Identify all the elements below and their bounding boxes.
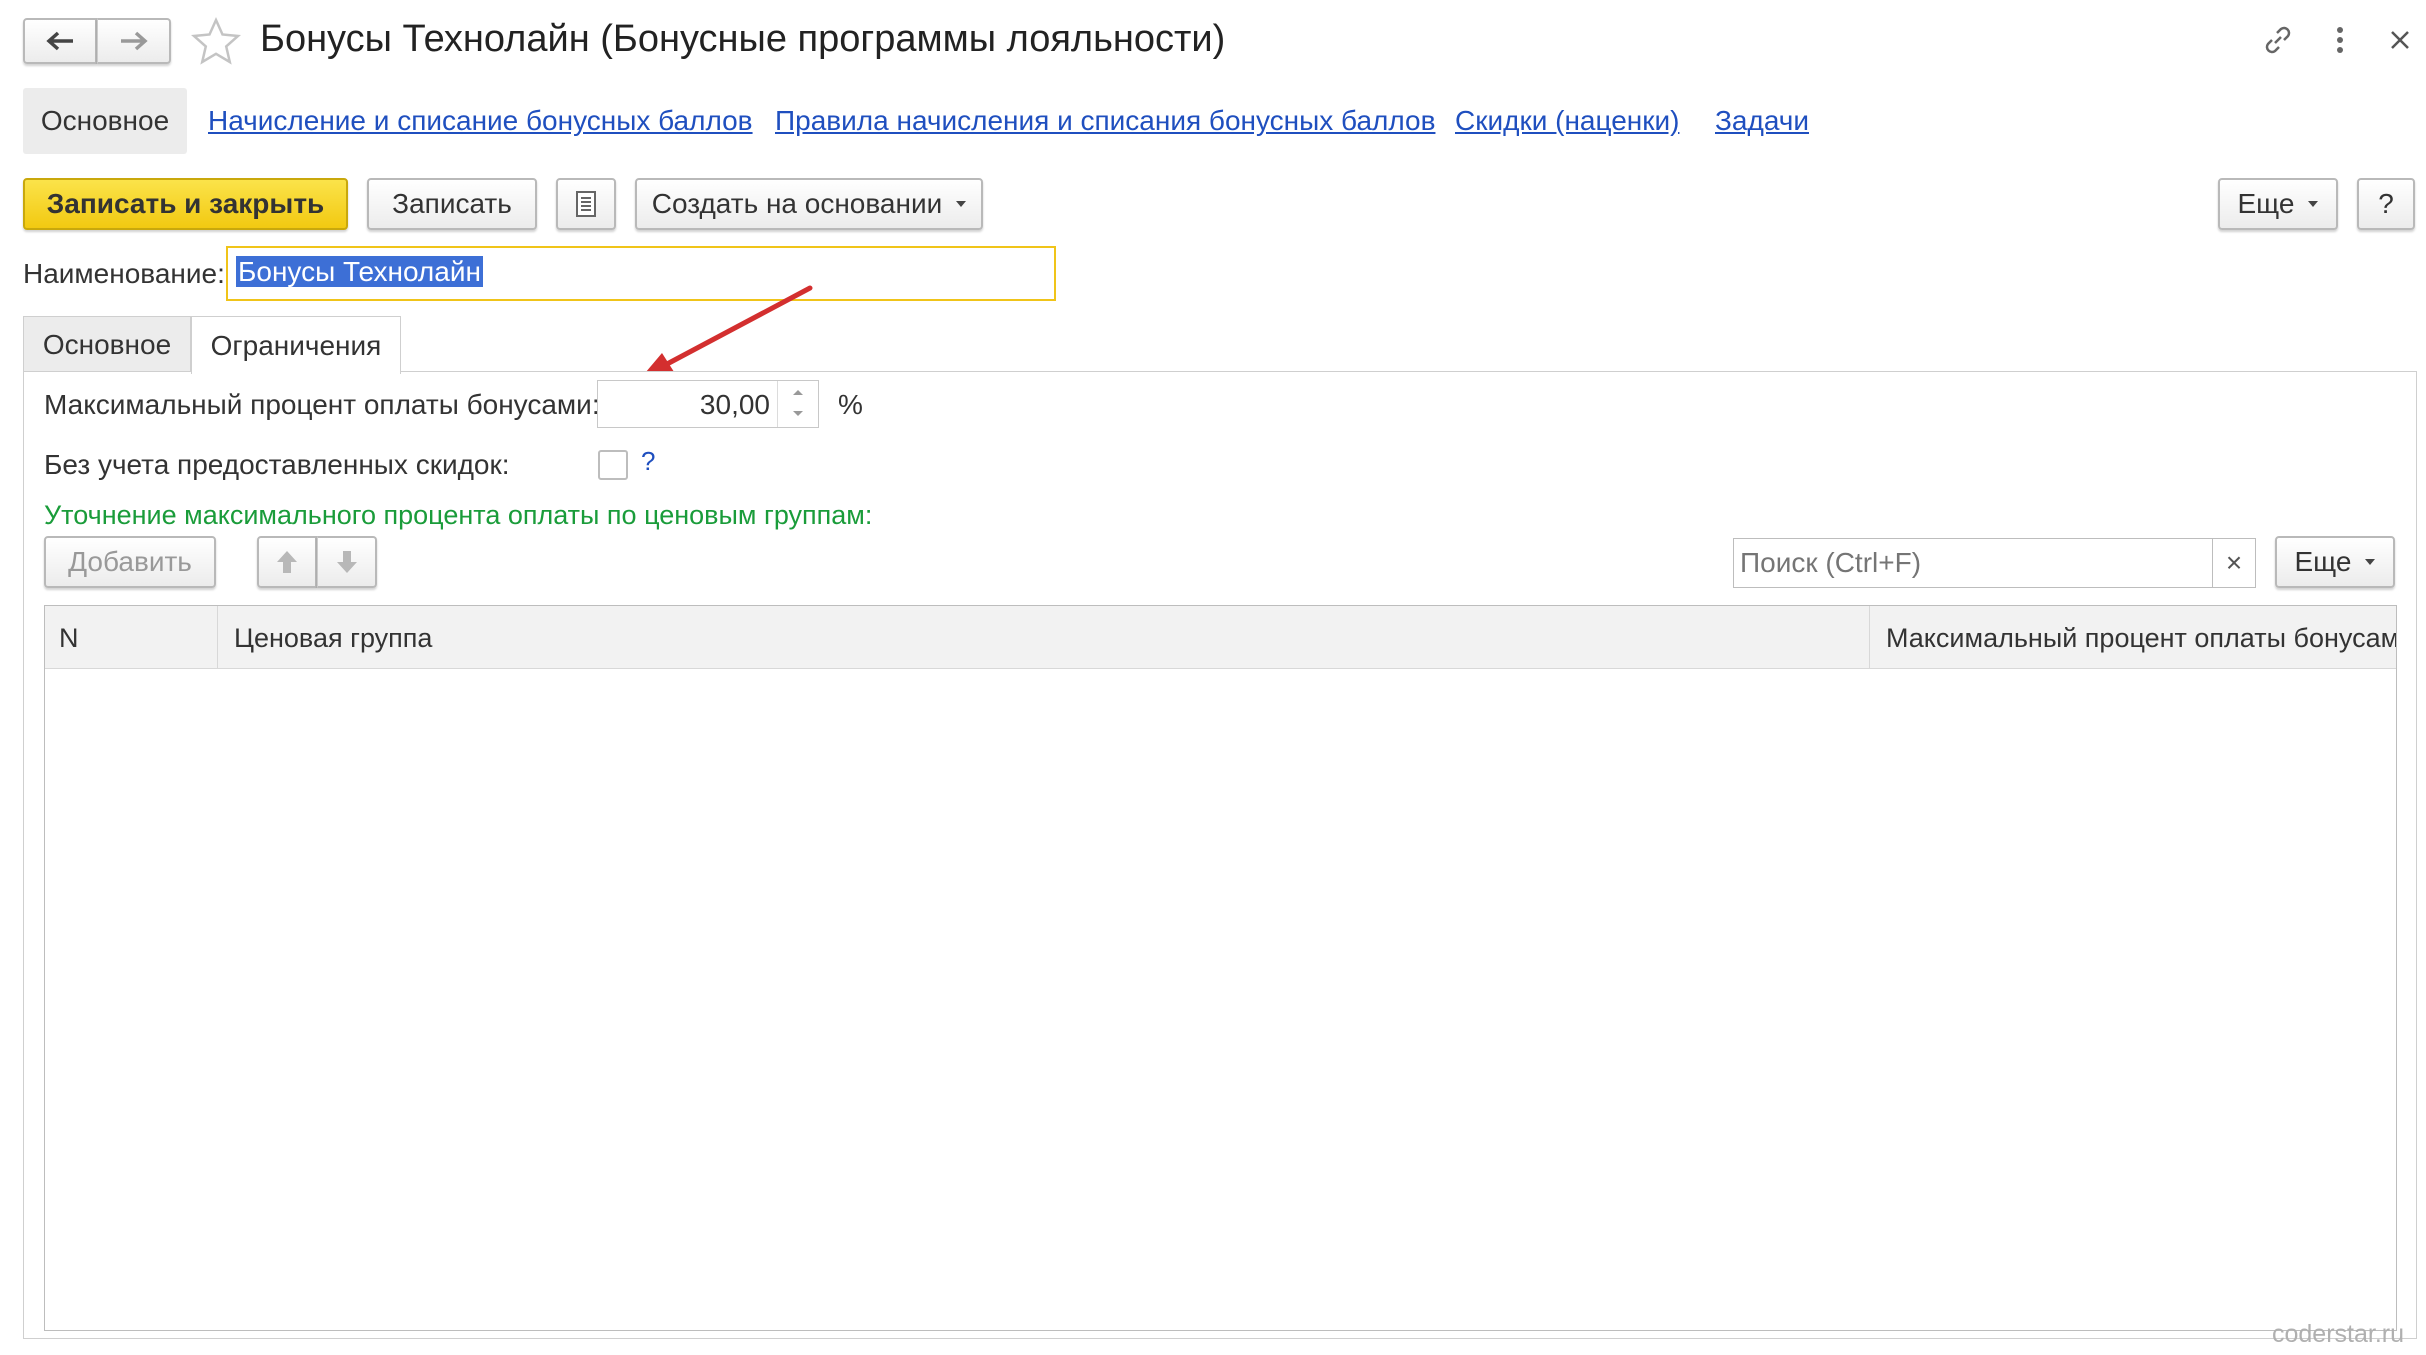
nav-link-discounts[interactable]: Скидки (наценки): [1455, 105, 1679, 137]
create-based-button[interactable]: Создать на основании: [635, 178, 983, 230]
spinner[interactable]: [777, 381, 818, 427]
chevron-down-icon: [2308, 201, 2319, 207]
spin-down-icon[interactable]: [793, 411, 803, 416]
tab-main[interactable]: Основное: [23, 316, 191, 372]
section-title: Уточнение максимального процента оплаты …: [44, 500, 873, 530]
max-percent-input[interactable]: 30,00: [597, 380, 819, 428]
report-button[interactable]: [556, 178, 616, 230]
back-button[interactable]: [23, 18, 97, 64]
no-discounts-checkbox[interactable]: [598, 450, 628, 480]
save-label: Записать: [392, 188, 512, 219]
search-clear-button[interactable]: ×: [2212, 538, 2256, 588]
document-list-icon: [576, 191, 596, 217]
help-button[interactable]: ?: [2357, 178, 2415, 230]
help-label: ?: [2378, 188, 2394, 219]
close-icon: ×: [2225, 547, 2243, 578]
forward-button[interactable]: [97, 18, 171, 64]
favorite-star-icon[interactable]: [190, 16, 242, 68]
tab-limits[interactable]: Ограничения: [191, 316, 401, 374]
nav-link-rules[interactable]: Правила начисления и списания бонусных б…: [775, 105, 1435, 137]
nav-tab-main[interactable]: Основное: [23, 88, 187, 154]
nav-tab-main-label: Основное: [40, 105, 170, 136]
tab-main-label: Основное: [42, 328, 172, 360]
save-close-label: Записать и закрыть: [46, 188, 325, 219]
table-more-button[interactable]: Еще: [2275, 536, 2395, 588]
save-button[interactable]: Записать: [367, 178, 537, 230]
price-group-table[interactable]: N Ценовая группа Максимальный процент оп…: [44, 605, 2397, 1331]
percent-unit: %: [838, 389, 863, 420]
more-label: Еще: [2237, 188, 2295, 219]
name-input-value: Бонусы Технолайн: [236, 256, 483, 287]
nav-link-tasks[interactable]: Задачи: [1715, 105, 1809, 137]
arrow-down-icon: [336, 551, 357, 573]
close-icon[interactable]: [2378, 18, 2422, 62]
search-field[interactable]: [1734, 539, 2212, 587]
watermark: coderstar.ru: [2272, 1320, 2405, 1348]
tab-limits-label: Ограничения: [210, 329, 382, 361]
no-discounts-label: Без учета предоставленных скидок:: [44, 449, 510, 480]
create-based-label: Создать на основании: [651, 188, 943, 219]
max-percent-label: Максимальный процент оплаты бонусами:: [44, 389, 600, 420]
link-icon[interactable]: [2256, 18, 2300, 62]
table-header: N Ценовая группа Максимальный процент оп…: [45, 606, 2396, 669]
add-label: Добавить: [68, 546, 192, 577]
max-percent-value: 30,00: [699, 389, 770, 420]
chevron-down-icon: [956, 201, 967, 207]
no-discounts-help[interactable]: ?: [641, 446, 655, 477]
arrow-up-icon: [277, 551, 297, 573]
save-close-button[interactable]: Записать и закрыть: [23, 178, 348, 230]
spin-up-icon[interactable]: [793, 390, 803, 395]
more-button[interactable]: Еще: [2218, 178, 2338, 230]
chevron-down-icon: [2365, 559, 2376, 565]
table-more-label: Еще: [2294, 546, 2352, 577]
nav-link-accrual[interactable]: Начисление и списание бонусных баллов: [208, 105, 753, 137]
column-header-max-percent[interactable]: Максимальный процент оплаты бонусами: [1870, 606, 2396, 668]
column-header-n[interactable]: N: [45, 606, 218, 668]
window-title: Бонусы Технолайн (Бонусные программы лоя…: [260, 18, 1226, 60]
move-up-button[interactable]: [257, 536, 317, 588]
arrow-right-icon: [120, 31, 148, 51]
name-label: Наименование:: [23, 258, 225, 289]
arrow-left-icon: [46, 31, 73, 51]
move-down-button[interactable]: [317, 536, 377, 588]
more-vertical-icon[interactable]: [2320, 18, 2360, 62]
search-input[interactable]: [1733, 538, 2213, 588]
add-button[interactable]: Добавить: [44, 536, 216, 588]
column-header-price-group[interactable]: Ценовая группа: [218, 606, 1870, 668]
